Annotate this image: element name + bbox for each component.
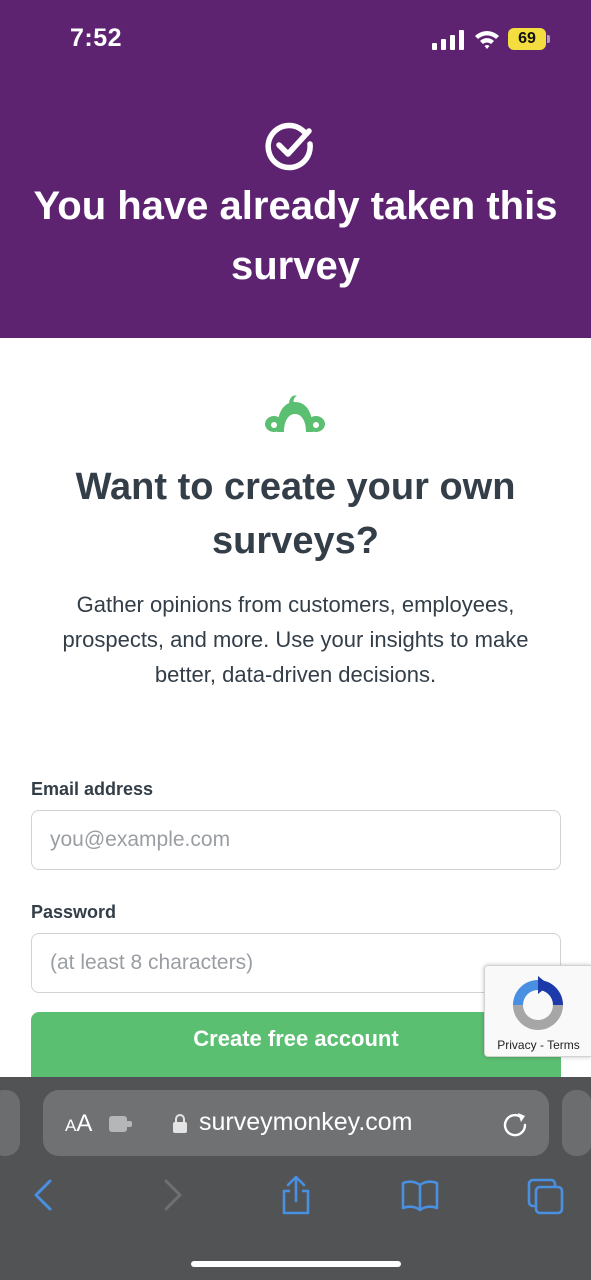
check-circle-icon [265, 122, 313, 171]
forward-icon[interactable] [152, 1175, 192, 1215]
promo-title: Want to create your own surveys? [75, 466, 516, 562]
lock-icon [173, 1114, 187, 1133]
cellular-signal-icon [432, 30, 464, 50]
recaptcha-badge[interactable]: Privacy - Terms [484, 965, 591, 1057]
survey-complete-banner: 7:52 69 You have already taken this surv… [0, 0, 591, 338]
password-label: Password [31, 902, 117, 922]
create-account-button[interactable]: Create free account [31, 1012, 561, 1086]
recaptcha-privacy-link[interactable]: Privacy [497, 1038, 536, 1052]
next-tab-preview[interactable] [562, 1090, 591, 1156]
promo-description: Gather opinions from customers, employee… [62, 592, 529, 687]
back-icon[interactable] [24, 1175, 64, 1215]
wifi-icon [475, 31, 499, 49]
recaptcha-separator: - [536, 1038, 548, 1052]
surveymonkey-logo [265, 395, 325, 432]
recaptcha-icon [513, 976, 563, 1030]
bookmarks-icon[interactable] [400, 1175, 440, 1215]
email-input[interactable] [31, 810, 561, 870]
extension-icon[interactable] [107, 1112, 135, 1136]
status-time: 7:52 [70, 24, 123, 52]
previous-tab-preview[interactable] [0, 1090, 20, 1156]
reload-icon[interactable] [501, 1110, 529, 1138]
password-input[interactable] [31, 933, 561, 993]
email-label: Email address [31, 779, 154, 799]
battery-icon: 69 [508, 28, 550, 50]
share-icon[interactable] [276, 1175, 316, 1215]
recaptcha-terms-link[interactable]: Terms [547, 1038, 580, 1052]
tabs-icon[interactable] [526, 1175, 566, 1215]
status-bar: 7:52 69 [0, 0, 591, 80]
page-title: You have already taken this survey [33, 184, 558, 288]
url-text[interactable]: surveymonkey.com [199, 1108, 413, 1137]
text-size-button[interactable]: AA [65, 1110, 92, 1138]
recaptcha-links: Privacy - Terms [485, 1038, 591, 1052]
home-indicator[interactable] [191, 1261, 401, 1267]
battery-level: 69 [508, 28, 546, 50]
